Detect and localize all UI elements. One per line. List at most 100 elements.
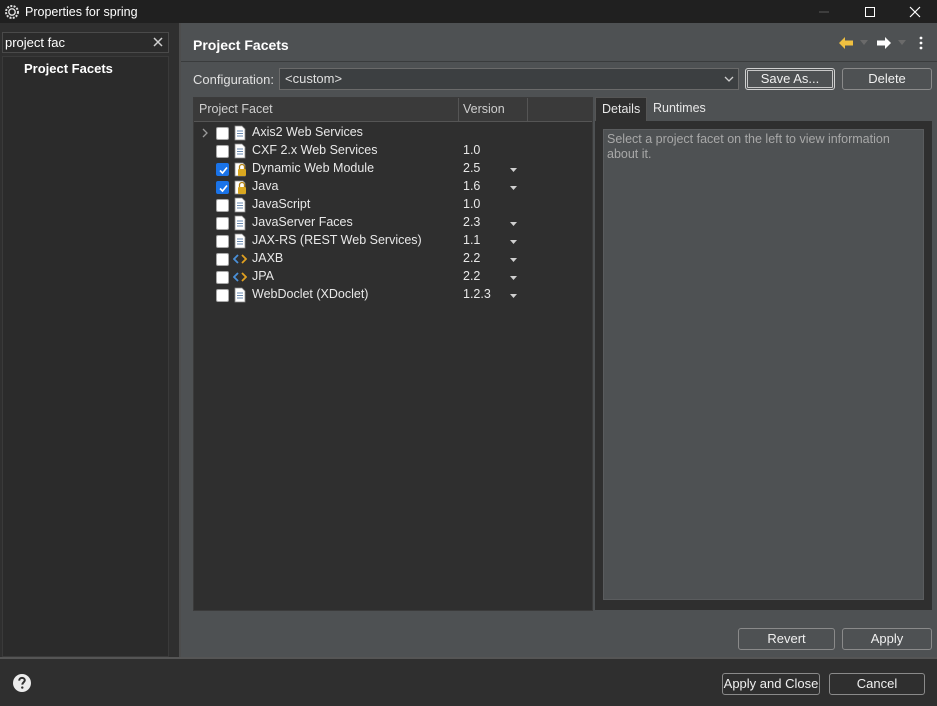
facet-name: JPA: [252, 269, 274, 283]
chevron-down-icon: [724, 76, 734, 82]
facet-version[interactable]: 1.1: [463, 233, 480, 247]
window-title: Properties for spring: [25, 4, 138, 19]
table-row[interactable]: Dynamic Web Module 2.5: [194, 160, 592, 178]
details-tabs: Details Runtimes: [595, 97, 933, 121]
facet-checkbox[interactable]: [216, 199, 229, 212]
facet-version[interactable]: 1.0: [463, 197, 480, 211]
table-row[interactable]: JavaServer Faces 2.3: [194, 214, 592, 232]
table-row[interactable]: Java 1.6: [194, 178, 592, 196]
minimize-icon: [819, 11, 829, 12]
configuration-label: Configuration:: [193, 72, 274, 87]
facet-version[interactable]: 2.3: [463, 215, 480, 229]
column-divider[interactable]: [458, 98, 459, 122]
facet-checkbox[interactable]: [216, 253, 229, 266]
apply-and-close-button[interactable]: Apply and Close: [722, 673, 820, 695]
close-icon: [909, 6, 921, 17]
title-bar: Properties for spring: [0, 0, 937, 23]
tab-details[interactable]: Details: [595, 97, 647, 121]
maximize-icon: [865, 6, 875, 17]
facet-checkbox[interactable]: [216, 127, 229, 140]
version-dropdown-icon[interactable]: [510, 258, 517, 262]
version-dropdown-icon[interactable]: [510, 294, 517, 298]
table-row[interactable]: JPA 2.2: [194, 268, 592, 286]
help-icon[interactable]: [12, 673, 32, 693]
forward-history-dropdown-icon[interactable]: [898, 40, 906, 46]
forward-arrow-icon[interactable]: [876, 35, 892, 51]
header-divider: [181, 61, 937, 62]
filter-input[interactable]: [5, 35, 150, 50]
eclipse-gear-icon: [5, 4, 19, 19]
column-header-version[interactable]: Version: [463, 102, 505, 116]
document-icon: [234, 197, 246, 213]
property-page-tree: Project Facets: [2, 56, 169, 657]
version-dropdown-icon[interactable]: [510, 168, 517, 172]
facet-checkbox[interactable]: [216, 181, 229, 194]
close-window-button[interactable]: [892, 0, 937, 23]
facet-checkbox[interactable]: [216, 271, 229, 284]
sidebar: Project Facets: [0, 23, 180, 657]
facet-version[interactable]: 2.2: [463, 251, 480, 265]
cancel-button[interactable]: Cancel: [829, 673, 925, 695]
facet-name: JavaServer Faces: [252, 215, 353, 229]
facet-name: Java: [252, 179, 279, 193]
revert-button[interactable]: Revert: [738, 628, 835, 650]
locked-facet-icon: [234, 180, 246, 195]
code-arrows-icon: [233, 272, 247, 282]
apply-button[interactable]: Apply: [842, 628, 932, 650]
version-dropdown-icon[interactable]: [510, 276, 517, 280]
tree-item-project-facets[interactable]: Project Facets: [24, 61, 113, 76]
back-history-dropdown-icon[interactable]: [860, 40, 868, 46]
maximize-button[interactable]: [847, 0, 893, 23]
details-placeholder: Select a project facet on the left to vi…: [603, 129, 924, 600]
version-dropdown-icon[interactable]: [510, 240, 517, 244]
version-dropdown-icon[interactable]: [510, 222, 517, 226]
chevron-right-icon[interactable]: [200, 127, 210, 139]
column-header-project-facet[interactable]: Project Facet: [199, 102, 273, 116]
locked-facet-icon: [234, 162, 246, 177]
save-as-button[interactable]: Save As...: [745, 68, 835, 90]
facet-version[interactable]: 1.6: [463, 179, 480, 193]
back-arrow-icon[interactable]: [838, 35, 854, 51]
document-icon: [234, 215, 246, 231]
facet-name: JAXB: [252, 251, 284, 265]
tab-runtimes[interactable]: Runtimes: [647, 97, 712, 121]
facet-checkbox[interactable]: [216, 145, 229, 158]
document-icon: [234, 233, 246, 249]
details-panel: Select a project facet on the left to vi…: [595, 121, 932, 610]
version-dropdown-icon[interactable]: [510, 186, 517, 190]
code-arrows-icon: [233, 254, 247, 264]
table-row[interactable]: Axis2 Web Services: [194, 124, 592, 142]
table-row[interactable]: JAXB 2.2: [194, 250, 592, 268]
facet-name: JAX-RS (REST Web Services): [252, 233, 422, 247]
page-title: Project Facets: [193, 37, 289, 53]
facet-version[interactable]: 2.2: [463, 269, 480, 283]
table-row[interactable]: JAX-RS (REST Web Services) 1.1: [194, 232, 592, 250]
configuration-select[interactable]: <custom>: [279, 68, 739, 90]
facet-version[interactable]: 2.5: [463, 161, 480, 175]
facet-name: Dynamic Web Module: [252, 161, 375, 175]
filter-box[interactable]: [2, 32, 169, 53]
column-divider[interactable]: [527, 98, 528, 122]
facet-name: Axis2 Web Services: [252, 125, 363, 139]
facet-name: WebDoclet (XDoclet): [252, 287, 369, 301]
table-header: Project Facet Version: [194, 98, 592, 122]
facet-version[interactable]: 1.0: [463, 143, 480, 157]
facet-checkbox[interactable]: [216, 289, 229, 302]
facet-table: Project Facet Version Axis2 Web Services…: [193, 97, 593, 611]
facet-name: JavaScript: [252, 197, 311, 211]
more-menu-icon[interactable]: [913, 35, 929, 51]
facet-checkbox[interactable]: [216, 217, 229, 230]
document-icon: [234, 287, 246, 303]
minimize-button[interactable]: [801, 0, 847, 23]
document-icon: [234, 143, 246, 159]
configuration-value: <custom>: [285, 71, 343, 86]
facet-name: CXF 2.x Web Services: [252, 143, 378, 157]
table-row[interactable]: WebDoclet (XDoclet) 1.2.3: [194, 286, 592, 304]
facet-checkbox[interactable]: [216, 163, 229, 176]
delete-button[interactable]: Delete: [842, 68, 932, 90]
facet-checkbox[interactable]: [216, 235, 229, 248]
facet-version[interactable]: 1.2.3: [463, 287, 491, 301]
table-row[interactable]: CXF 2.x Web Services 1.0: [194, 142, 592, 160]
clear-filter-icon[interactable]: [151, 35, 165, 49]
table-row[interactable]: JavaScript 1.0: [194, 196, 592, 214]
